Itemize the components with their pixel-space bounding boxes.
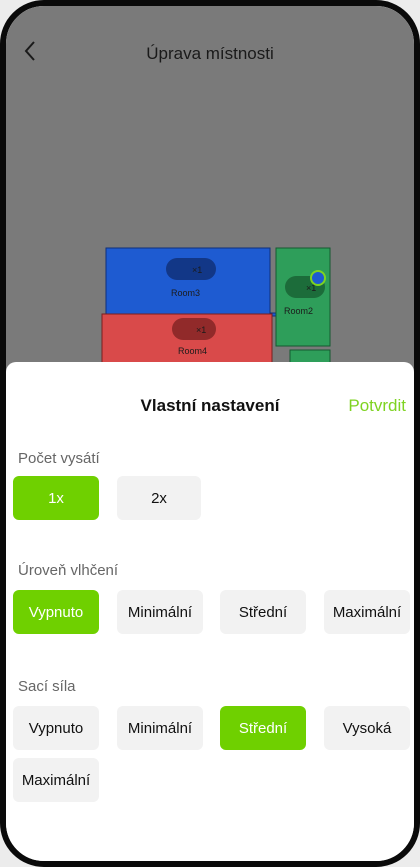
room4-badge xyxy=(172,318,216,340)
option-moisture-mid[interactable]: Střední xyxy=(220,590,306,634)
page-title: Úprava místnosti xyxy=(146,44,274,63)
section-label-suction: Sací síla xyxy=(18,678,76,695)
option-moisture-off[interactable]: Vypnuto xyxy=(13,590,99,634)
option-moisture-min[interactable]: Minimální xyxy=(117,590,203,634)
room4-label: Room4 xyxy=(178,346,207,356)
option-suction-high[interactable]: Vysoká xyxy=(324,706,410,750)
room2-label: Room2 xyxy=(284,306,313,316)
section-label-passes: Počet vysátí xyxy=(18,450,100,467)
confirm-button[interactable]: Potvrdit xyxy=(348,396,406,416)
map-area: ×1 Room3 ×1 Room4 ×1 Room2 xyxy=(6,78,414,378)
room3-fill xyxy=(105,247,271,315)
option-suction-off[interactable]: Vypnuto xyxy=(13,706,99,750)
room3-badge xyxy=(166,258,216,280)
room4-badge-text: ×1 xyxy=(196,325,206,335)
room3-label: Room3 xyxy=(171,288,200,298)
phone-frame: Úprava místnosti ×1 Room3 ×1 Room4 ×1 Ro… xyxy=(0,0,420,867)
option-moisture-max[interactable]: Maximální xyxy=(324,590,410,634)
room3-badge-text: ×1 xyxy=(192,265,202,275)
option-suction-min[interactable]: Minimální xyxy=(117,706,203,750)
robot-icon xyxy=(310,270,326,286)
map-canvas: ×1 Room3 ×1 Room4 ×1 Room2 xyxy=(101,247,331,378)
option-passes-1x[interactable]: 1x xyxy=(13,476,99,520)
option-suction-mid[interactable]: Střední xyxy=(220,706,306,750)
option-passes-2x[interactable]: 2x xyxy=(117,476,201,520)
option-suction-max[interactable]: Maximální xyxy=(13,758,99,802)
top-bar: Úprava místnosti xyxy=(6,6,414,78)
section-label-moisture: Úroveň vlhčení xyxy=(18,562,119,579)
